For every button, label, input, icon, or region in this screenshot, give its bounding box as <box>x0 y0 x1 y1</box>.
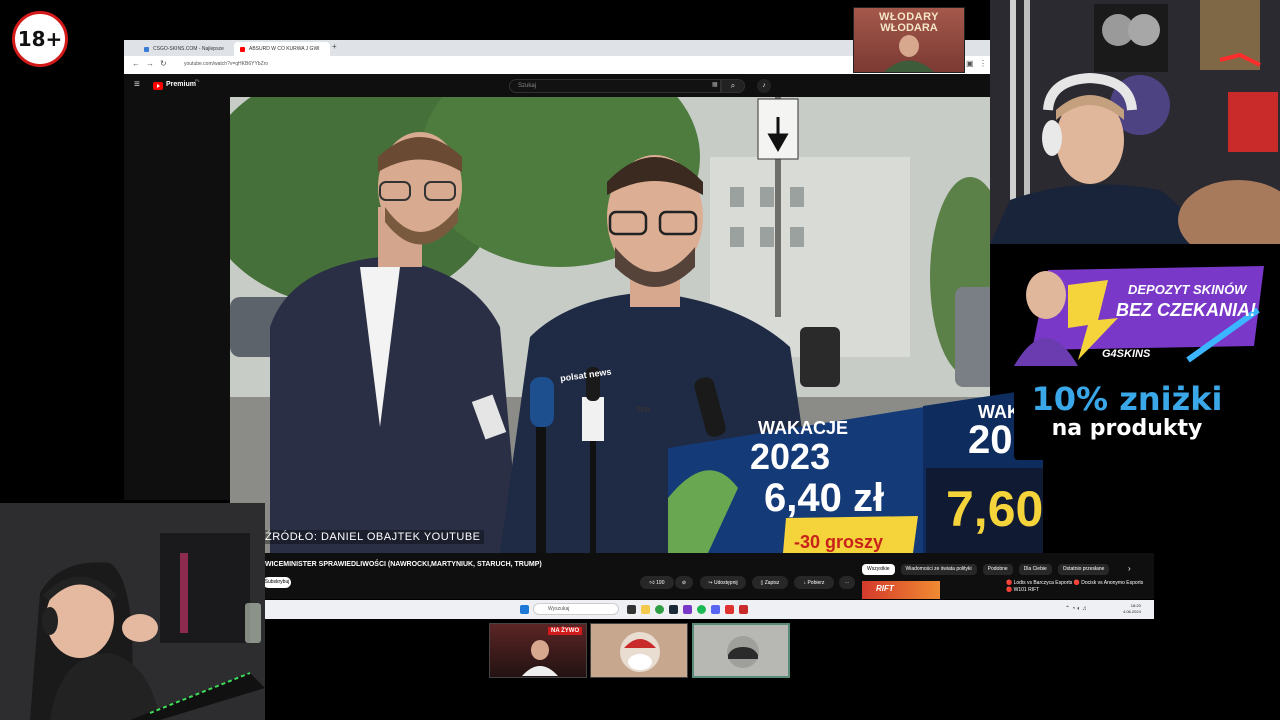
download-label: Pobierz <box>807 579 825 586</box>
thumbnail-figure-icon <box>522 640 558 676</box>
keyboard-icon[interactable]: ▦ <box>712 81 718 88</box>
twitch-icon[interactable] <box>683 605 692 614</box>
hamburger-menu-icon[interactable]: ≡ <box>134 79 140 90</box>
thumbnail-avatar-icon <box>620 632 660 672</box>
guest-webcam <box>0 503 265 720</box>
fuel-price-graphic: WAKACJE 2023 6,40 zł -30 groszy WAK 20 7… <box>668 388 1043 553</box>
mic-flag-tvn: tvn <box>637 404 651 414</box>
youtube-logo-icon[interactable] <box>153 82 163 90</box>
save-button[interactable]: ▯ Zapisz <box>752 576 788 589</box>
chip-all[interactable]: Wszystkie <box>862 564 895 575</box>
ad-line1: DEPOZYT SKINÓW <box>1128 282 1247 297</box>
fuel-right-price: 7,60 <box>946 481 1043 537</box>
download-button[interactable]: ↓ Pobierz <box>794 576 834 589</box>
youtube-header: ≡ Premium PL Szukaj ▦ ⌕ ♪ <box>124 74 990 98</box>
app-icon[interactable] <box>739 605 748 614</box>
recommended-video-title[interactable]: 🔴 Lodis vs Barczyca Esports 🔴 Docisk vs … <box>1006 580 1146 594</box>
thumbnail-car-icon <box>727 636 759 668</box>
save-label: Zapisz <box>764 579 780 586</box>
fuel-left-year: 2023 <box>750 436 831 477</box>
chevron-right-icon[interactable]: › <box>1128 564 1131 573</box>
youtube-video-info: WICEMINISTER SPRAWIEDLIWOŚCI (NAWROCKI,M… <box>230 553 1154 599</box>
tab-label: ABSURD W CO KURWA J GWI <box>249 46 320 52</box>
like-count: 190 <box>656 579 665 586</box>
new-tab-button[interactable]: + <box>332 42 337 51</box>
share-button[interactable]: ↪ Udostępnij <box>700 576 746 589</box>
tab-csgo-skins[interactable]: CSGO-SKINS.COM - Najlepsze <box>138 42 232 56</box>
promo-products: na produkty <box>1051 416 1203 441</box>
fuel-right-year: 20 <box>968 418 1013 462</box>
video-source-caption: ŹRÓDŁO: DANIEL OBAJTEK YOUTUBE <box>262 530 484 544</box>
reload-icon[interactable]: ↻ <box>160 59 167 68</box>
filter-chips: Wszystkie Wiadomości ze świata polityki … <box>862 564 1110 576</box>
microphone-icon[interactable]: ♪ <box>757 79 771 93</box>
more-actions-button[interactable]: ⋯ <box>839 576 855 589</box>
spotify-icon[interactable] <box>697 605 706 614</box>
tab-youtube-video[interactable]: ABSURD W CO KURWA J GWI <box>234 42 330 56</box>
taskbar-clock[interactable]: 18:20 4.06.2024 <box>1123 603 1141 615</box>
thumbs-down-icon: ⊘ <box>681 579 687 586</box>
chip-recent[interactable]: Ostatnio przesłane <box>1057 564 1110 575</box>
clock-time: 18:20 <box>1130 603 1141 608</box>
url-field[interactable]: youtube.com/watch?v=qHKB6YYbZro <box>184 61 268 67</box>
promo-discount: 10% zniżki <box>1031 380 1223 418</box>
stream-thumbnail-car[interactable] <box>692 623 790 678</box>
share-icon: ↪ <box>708 579 713 586</box>
download-icon: ↓ <box>803 579 807 586</box>
taskbar-search-input[interactable]: Wyszukaj <box>533 603 619 615</box>
ad-brand: G4SKINS <box>1102 348 1151 360</box>
bookmark-icon: ▯ <box>760 579 764 586</box>
youtube-premium-logo[interactable]: Premium <box>166 81 196 88</box>
stream-thumbnail-live[interactable]: NA ŻYWO <box>489 623 587 678</box>
back-arrow-icon[interactable]: ← <box>132 59 140 68</box>
wlodary-banner: WŁODARY WŁODARA <box>853 7 965 73</box>
video-title: WICEMINISTER SPRAWIEDLIWOŚCI (NAWROCKI,M… <box>265 561 542 568</box>
clock-date: 4.06.2024 <box>1123 609 1141 614</box>
streamer-webcam <box>990 0 1280 244</box>
tab-label: CSGO-SKINS.COM - Najlepsze <box>153 46 224 52</box>
fuel-left-diff: -30 groszy <box>794 532 884 552</box>
chip-for-you[interactable]: Dla Ciebie <box>1018 564 1052 575</box>
chip-politics[interactable]: Wiadomości ze świata polityki <box>900 564 977 575</box>
thumbs-up-icon: 👍︎ <box>649 579 655 586</box>
system-tray[interactable]: ⌃ ◔ ◐ ♫ <box>1065 605 1087 612</box>
live-badge: NA ŻYWO <box>548 627 583 635</box>
age-rating-badge: 18+ <box>12 11 68 67</box>
discord-icon[interactable] <box>711 605 720 614</box>
dislike-button[interactable]: ⊘ <box>675 576 693 589</box>
banner-figure-icon <box>884 35 934 72</box>
browser-menu-icon[interactable]: ⋮ <box>979 59 987 68</box>
forward-arrow-icon[interactable]: → <box>146 59 154 68</box>
stream-thumbnail-santa[interactable] <box>590 623 688 678</box>
g4skins-ad: DEPOZYT SKINÓW BEZ CZEKANIA! G4SKINS <box>1008 250 1264 366</box>
search-icon[interactable]: ⌕ <box>721 79 745 93</box>
discount-promo: 10% zniżki na produkty <box>1014 368 1240 460</box>
like-button[interactable]: 👍︎ 190 <box>640 576 674 589</box>
region-code: PL <box>195 78 200 83</box>
extension-icon[interactable]: ▣ <box>966 59 974 68</box>
share-label: Udostępnij <box>713 579 738 586</box>
banner-line2: WŁODARA <box>880 22 938 34</box>
youtube-favicon-icon <box>240 46 245 52</box>
subscribe-button[interactable]: Subskrybuj <box>263 577 291 588</box>
task-view-icon[interactable] <box>627 605 636 614</box>
fuel-left-price: 6,40 zł <box>764 476 885 520</box>
search-input[interactable]: Szukaj <box>509 79 721 93</box>
windows-taskbar: Wyszukaj ⌃ ◔ ◐ ♫ 18:20 4.06.2024 <box>265 600 1154 619</box>
ad-line2: BEZ CZEKANIA! <box>1116 300 1256 320</box>
recommended-video-thumbnail[interactable]: RIFT <box>862 581 940 599</box>
file-explorer-icon[interactable] <box>641 605 650 614</box>
site-favicon-icon <box>144 46 149 52</box>
chrome-icon[interactable] <box>655 605 664 614</box>
obs-icon[interactable] <box>725 605 734 614</box>
steam-icon[interactable] <box>669 605 678 614</box>
chip-similar[interactable]: Podobne <box>982 564 1013 575</box>
recommended-thumb-text: RIFT <box>876 584 894 593</box>
windows-start-icon[interactable] <box>520 605 529 614</box>
